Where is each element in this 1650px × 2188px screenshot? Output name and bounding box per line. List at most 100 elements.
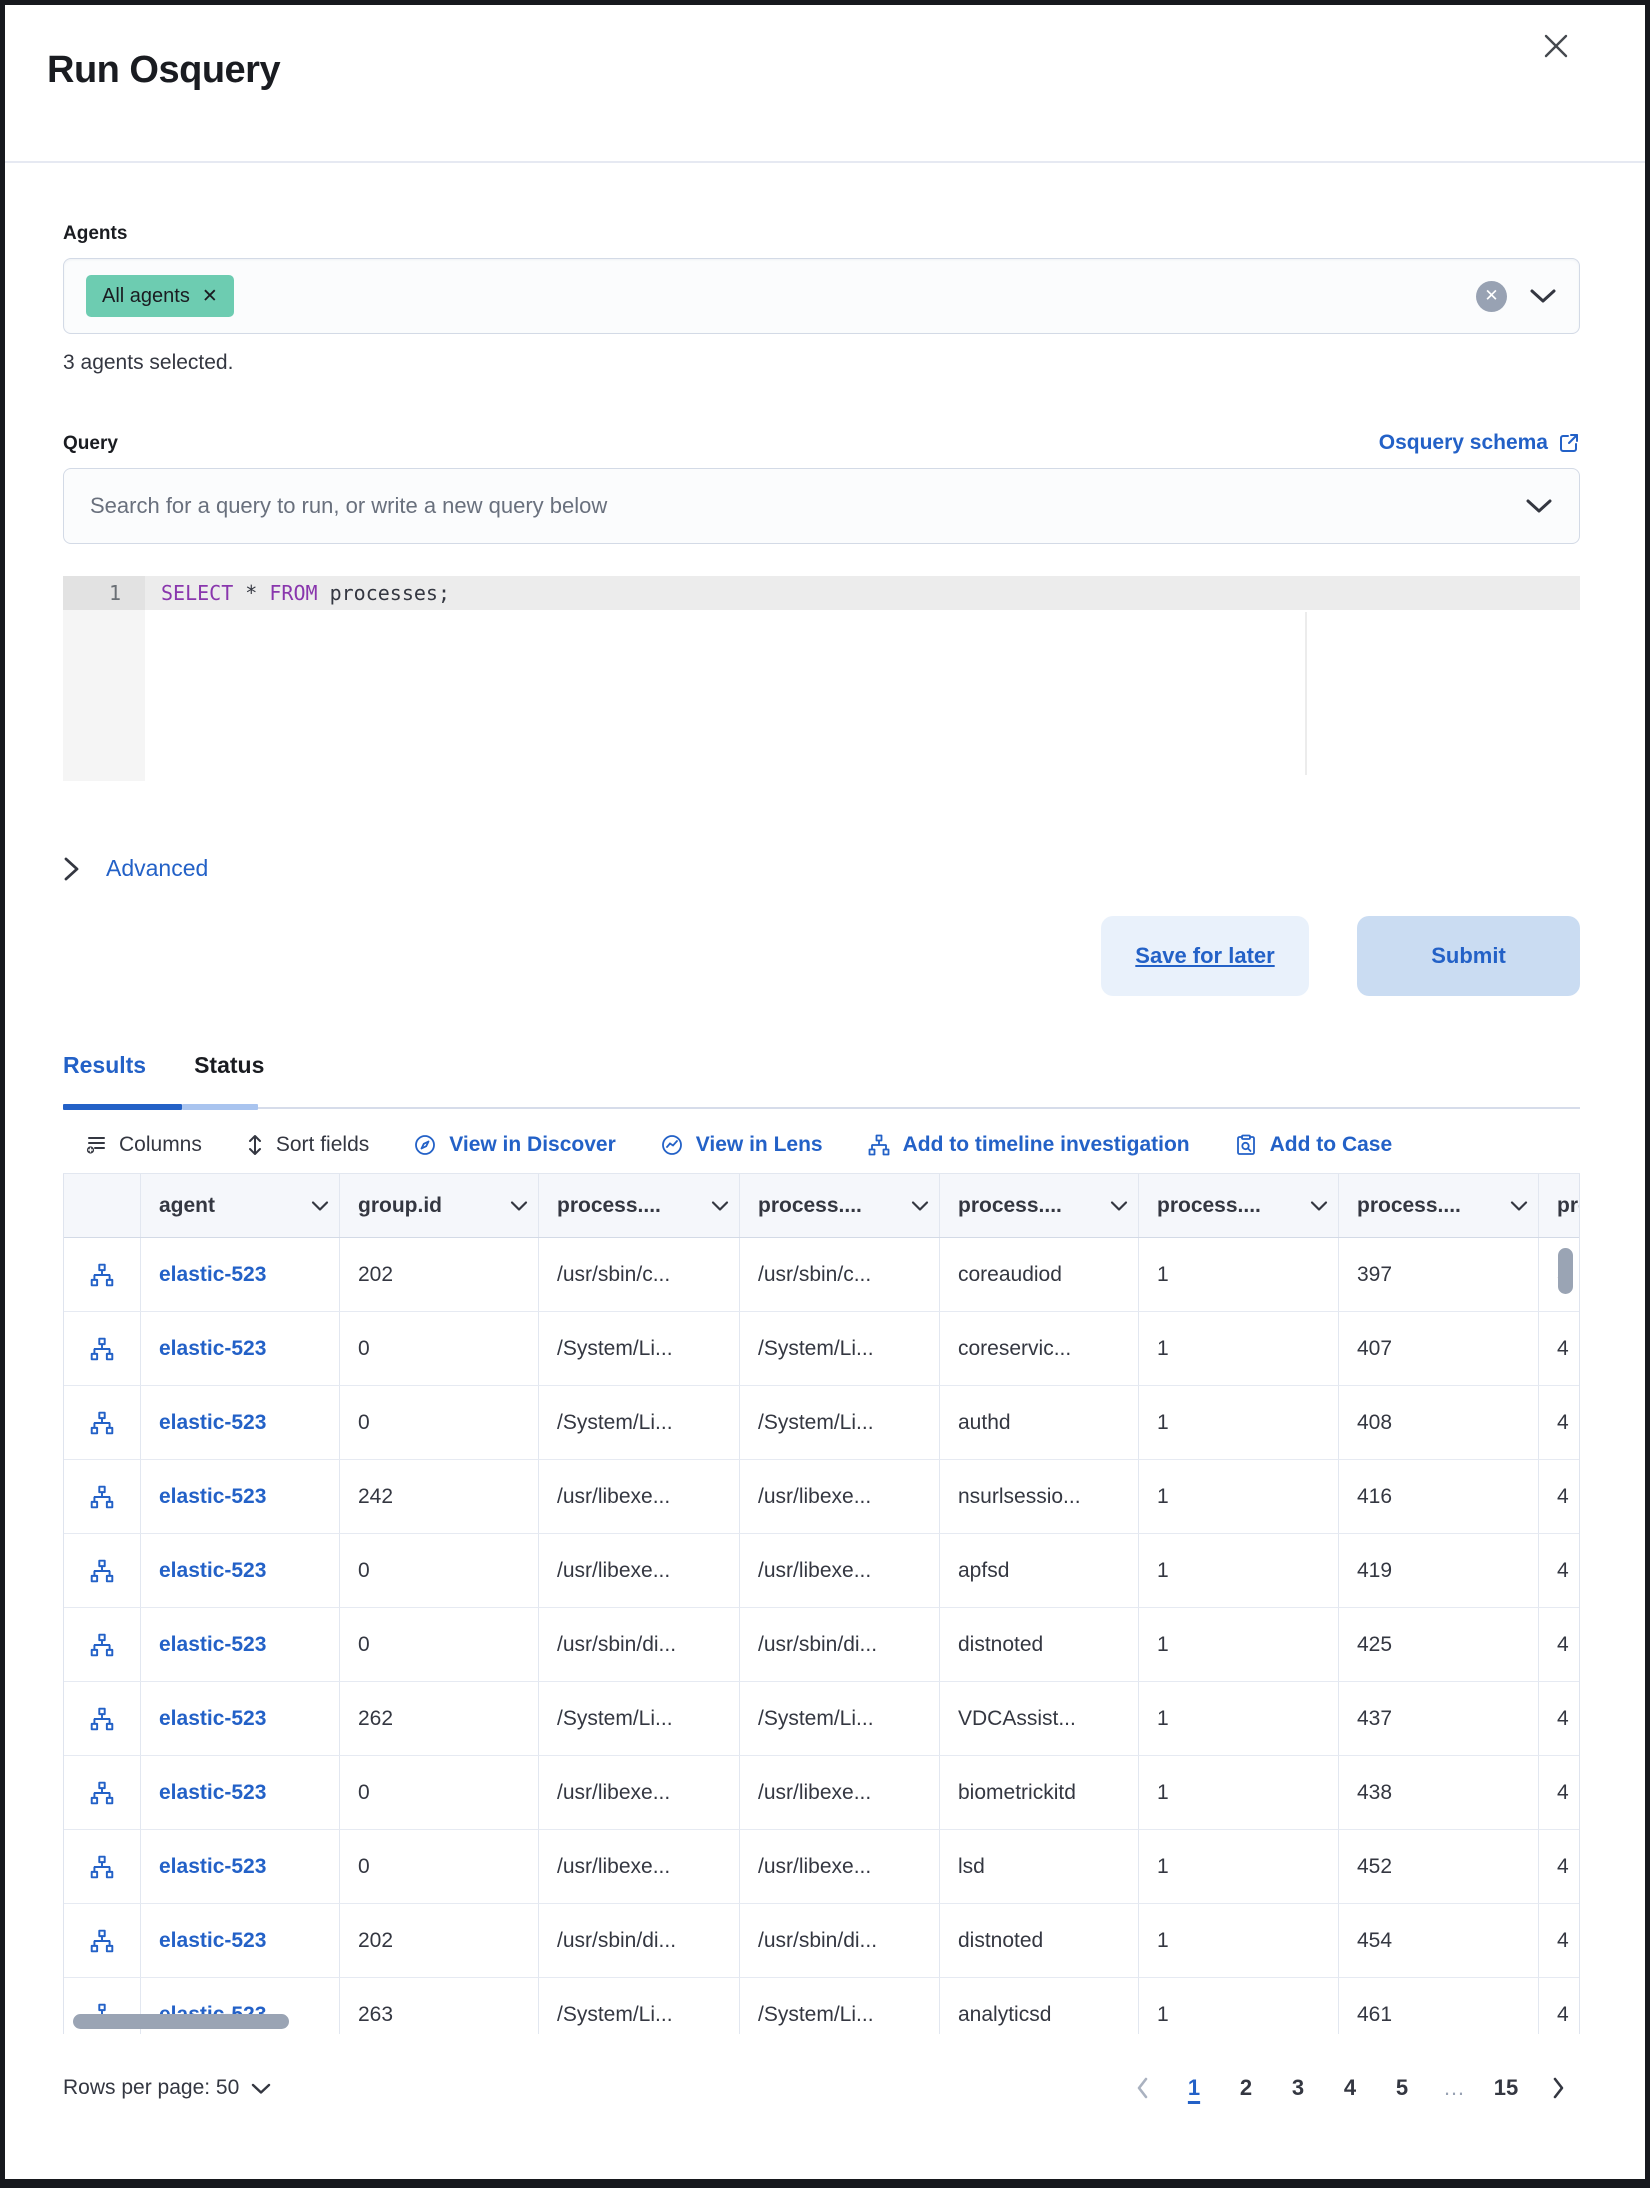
advanced-accordion-toggle[interactable]: Advanced (63, 855, 1580, 882)
save-for-later-button[interactable]: Save for later (1101, 916, 1309, 996)
column-header-process....[interactable]: process.... (940, 1174, 1139, 1237)
column-header-process....[interactable]: process.... (539, 1174, 740, 1237)
table-cell: 438 (1339, 1756, 1539, 1830)
badge-remove-icon[interactable]: ✕ (202, 287, 218, 306)
query-search-input[interactable] (90, 493, 1480, 519)
page-button-3[interactable]: 3 (1276, 2066, 1320, 2110)
table-cell: 425 (1339, 1608, 1539, 1682)
table-cell: apfsd (940, 1534, 1139, 1608)
analyze-event-icon[interactable] (64, 1460, 141, 1534)
previous-page-icon[interactable] (1120, 2066, 1164, 2110)
analyze-event-icon[interactable] (64, 1756, 141, 1830)
view-in-discover-button[interactable]: View in Discover (413, 1133, 616, 1157)
table-cell: /usr/sbin/di... (740, 1904, 940, 1978)
timeline-investigation-icon (867, 1133, 891, 1157)
chevron-down-icon (251, 2082, 271, 2095)
column-header-group.id[interactable]: group.id (340, 1174, 539, 1237)
chevron-right-icon (63, 856, 80, 882)
submit-button[interactable]: Submit (1357, 916, 1580, 996)
table-cell: /usr/sbin/c... (539, 1238, 740, 1312)
agent-link[interactable]: elastic-523 (141, 1238, 340, 1312)
table-cell: nsurlsessio... (940, 1460, 1139, 1534)
flyout-header: Run Osquery (5, 5, 1645, 163)
analyze-event-icon[interactable] (64, 1830, 141, 1904)
editor-code-text[interactable]: SELECT * FROM processes; (145, 581, 450, 605)
analyze-event-icon[interactable] (64, 1682, 141, 1756)
add-to-case-button[interactable]: Add to Case (1234, 1133, 1393, 1157)
agent-link[interactable]: elastic-523 (141, 1608, 340, 1682)
page-button-2[interactable]: 2 (1224, 2066, 1268, 2110)
table-cell: 0 (340, 1756, 539, 1830)
editor-scroll-divider (1305, 612, 1307, 775)
results-status-tabs: Results Status (63, 1052, 1580, 1109)
table-cell: /usr/libexe... (539, 1830, 740, 1904)
horizontal-scrollbar-thumb[interactable] (73, 2014, 289, 2029)
column-header-agent[interactable]: agent (141, 1174, 340, 1237)
agent-link[interactable]: elastic-523 (141, 1682, 340, 1756)
sort-fields-label: Sort fields (276, 1133, 369, 1157)
rows-per-page-button[interactable]: Rows per page: 50 (63, 2076, 271, 2100)
table-cell: 452 (1339, 1830, 1539, 1904)
pagination: 12345…15 (1120, 2066, 1580, 2110)
view-in-lens-button[interactable]: View in Lens (660, 1133, 823, 1157)
table-cell: coreservic... (940, 1312, 1139, 1386)
column-header-process....[interactable]: process.... (1139, 1174, 1339, 1237)
page-button-15[interactable]: 15 (1484, 2066, 1528, 2110)
table-cell: /usr/sbin/di... (539, 1608, 740, 1682)
table-cell: lsd (940, 1830, 1139, 1904)
table-cell: /System/Li... (740, 1386, 940, 1460)
next-page-icon[interactable] (1536, 2066, 1580, 2110)
table-header-row: agentgroup.idprocess....process....proce… (64, 1174, 1580, 1238)
query-search-field[interactable] (63, 468, 1580, 544)
table-cell: /System/Li... (539, 1312, 740, 1386)
analyze-event-icon[interactable] (64, 1312, 141, 1386)
analyze-event-icon[interactable] (64, 1386, 141, 1460)
table-cell: 0 (340, 1386, 539, 1460)
table-row: elastic-523262/System/Li.../System/Li...… (64, 1682, 1580, 1756)
advanced-label: Advanced (106, 855, 208, 882)
columns-button[interactable]: Columns (85, 1133, 202, 1157)
table-cell: /usr/libexe... (740, 1460, 940, 1534)
table-cell: /System/Li... (740, 1312, 940, 1386)
table-cell: 242 (340, 1460, 539, 1534)
tab-results[interactable]: Results (63, 1052, 146, 1079)
agent-link[interactable]: elastic-523 (141, 1904, 340, 1978)
table-cell: /usr/sbin/di... (539, 1904, 740, 1978)
page-button-1[interactable]: 1 (1172, 2066, 1216, 2110)
vertical-scrollbar-thumb[interactable] (1558, 1248, 1573, 1294)
clear-selection-icon[interactable]: ✕ (1476, 281, 1507, 312)
agent-link[interactable]: elastic-523 (141, 1460, 340, 1534)
analyze-event-icon[interactable] (64, 1608, 141, 1682)
add-to-timeline-button[interactable]: Add to timeline investigation (867, 1133, 1190, 1157)
column-header-process....[interactable]: process.... (1539, 1174, 1580, 1237)
chevron-down-icon[interactable] (1529, 287, 1557, 305)
column-header-process....[interactable]: process.... (740, 1174, 940, 1237)
table-row: elastic-5230/System/Li.../System/Li...co… (64, 1312, 1580, 1386)
chevron-down-icon[interactable] (1525, 497, 1553, 515)
table-cell: biometrickitd (940, 1756, 1139, 1830)
analyze-event-icon[interactable] (64, 1534, 141, 1608)
agent-link[interactable]: elastic-523 (141, 1312, 340, 1386)
tab-status[interactable]: Status (194, 1052, 264, 1079)
page-button-4[interactable]: 4 (1328, 2066, 1372, 2110)
table-cell: 202 (340, 1904, 539, 1978)
sort-fields-button[interactable]: Sort fields (246, 1133, 369, 1157)
column-header-process....[interactable]: process.... (1339, 1174, 1539, 1237)
agent-link[interactable]: elastic-523 (141, 1830, 340, 1904)
agent-link[interactable]: elastic-523 (141, 1386, 340, 1460)
agent-link[interactable]: elastic-523 (141, 1534, 340, 1608)
query-code-editor[interactable]: 1 SELECT * FROM processes; (63, 576, 1580, 781)
table-cell: 408 (1339, 1386, 1539, 1460)
editor-line-number: 1 (63, 581, 145, 605)
agents-combobox[interactable]: All agents ✕ ✕ (63, 258, 1580, 334)
page-button-5[interactable]: 5 (1380, 2066, 1424, 2110)
agent-badge[interactable]: All agents ✕ (86, 275, 234, 317)
table-cell: /System/Li... (539, 1682, 740, 1756)
table-row: elastic-5230/System/Li.../System/Li...au… (64, 1386, 1580, 1460)
agent-link[interactable]: elastic-523 (141, 1756, 340, 1830)
analyze-event-icon[interactable] (64, 1904, 141, 1978)
osquery-schema-link[interactable]: Osquery schema (1379, 431, 1580, 455)
analyze-event-icon[interactable] (64, 1238, 141, 1312)
close-icon[interactable] (1541, 31, 1571, 61)
columns-label: Columns (119, 1133, 202, 1157)
